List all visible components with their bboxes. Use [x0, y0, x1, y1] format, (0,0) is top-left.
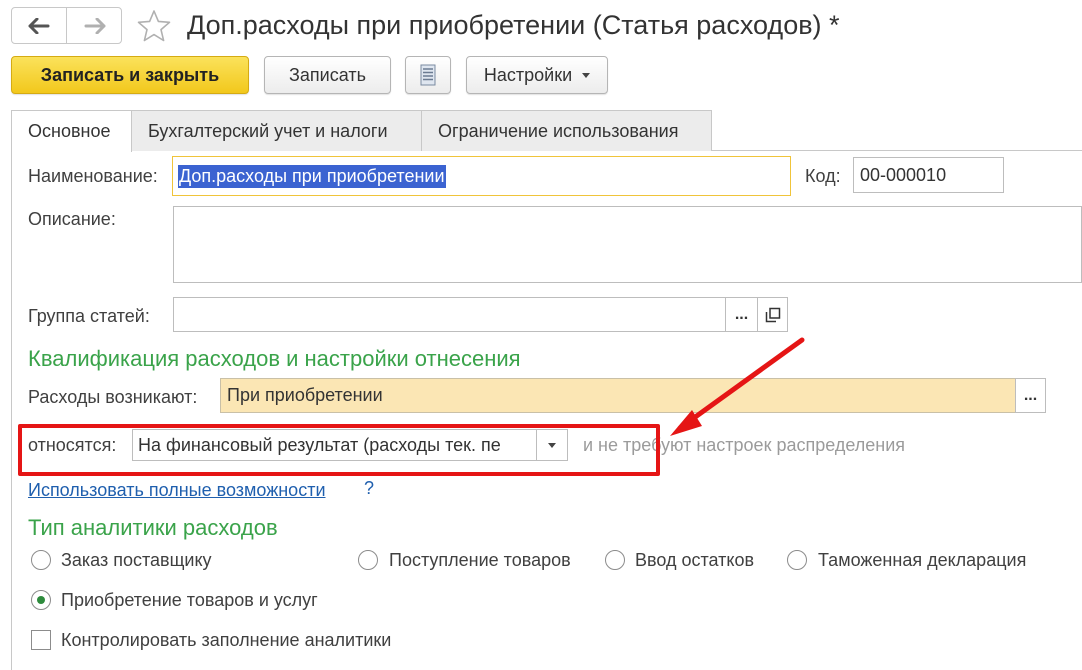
list-button[interactable]: [405, 56, 451, 94]
radio-label-goods-receipt: Поступление товаров: [389, 550, 571, 570]
tab-accounting[interactable]: Бухгалтерский учет и налоги: [131, 110, 422, 151]
group-select-button[interactable]: ...: [725, 297, 758, 332]
settings-menu-button[interactable]: Настройки: [466, 56, 608, 94]
radio-opening-balances[interactable]: [605, 550, 625, 570]
open-window-icon: [765, 307, 780, 322]
tab-usage-limits[interactable]: Ограничение использования: [421, 110, 712, 151]
group-label: Группа статей:: [28, 306, 150, 326]
help-icon[interactable]: ?: [364, 478, 374, 499]
relate-dropdown-button[interactable]: [536, 429, 568, 461]
arise-select-button[interactable]: ...: [1015, 378, 1046, 413]
favorite-star-icon[interactable]: [136, 8, 172, 44]
code-field[interactable]: 00-000010: [853, 157, 1004, 193]
back-button[interactable]: [12, 8, 67, 43]
radio-supplier-order[interactable]: [31, 550, 51, 570]
chevron-down-icon: [582, 72, 591, 78]
arise-label: Расходы возникают:: [28, 387, 198, 407]
description-label: Описание:: [28, 209, 116, 229]
content-border: [11, 151, 12, 670]
radio-label-purchase-goods-services: Приобретение товаров и услуг: [61, 590, 318, 610]
control-analytics-label: Контролировать заполнение аналитики: [61, 630, 392, 650]
radio-purchase-goods-services[interactable]: [31, 590, 51, 610]
document-list-icon: [420, 64, 436, 86]
arrow-left-icon: [28, 17, 50, 34]
group-field[interactable]: [173, 297, 726, 332]
forward-button[interactable]: [67, 8, 122, 43]
arise-field[interactable]: При приобретении: [220, 378, 1016, 413]
name-field[interactable]: Доп.расходы при приобретении: [172, 156, 791, 196]
name-label: Наименование:: [28, 166, 158, 186]
save-button[interactable]: Записать: [264, 56, 391, 94]
full-features-link-wrap: Использовать полные возможности: [28, 480, 326, 501]
chevron-down-icon: [548, 442, 556, 448]
relate-label: относятся:: [28, 435, 117, 455]
window-title: Доп.расходы при приобретении (Статья рас…: [187, 10, 840, 40]
settings-label: Настройки: [483, 64, 573, 85]
control-analytics-checkbox[interactable]: [31, 630, 51, 650]
radio-selected-dot: [37, 596, 45, 604]
red-arrow-icon: [670, 337, 805, 436]
radio-label-opening-balances: Ввод остатков: [635, 550, 755, 570]
radio-goods-receipt[interactable]: [358, 550, 378, 570]
description-field[interactable]: [173, 206, 1082, 283]
arrow-right-icon: [84, 17, 105, 34]
radio-label-supplier-order: Заказ поставщику: [61, 550, 212, 570]
full-features-link[interactable]: Использовать полные возможности: [28, 480, 326, 500]
radio-label-customs-declaration: Таможенная декларация: [818, 550, 1027, 570]
navigation-buttons: [11, 7, 122, 44]
analytics-title: Тип аналитики расходов: [28, 515, 278, 540]
code-label: Код:: [805, 166, 841, 186]
relate-select[interactable]: На финансовый результат (расходы тек. пе: [132, 429, 537, 461]
group-open-button[interactable]: [757, 297, 788, 332]
radio-customs-declaration[interactable]: [787, 550, 807, 570]
tab-main[interactable]: Основное: [11, 110, 132, 152]
save-and-close-button[interactable]: Записать и закрыть: [11, 56, 249, 94]
name-value: Доп.расходы при приобретении: [178, 164, 446, 188]
qualification-title: Квалификация расходов и настройки отнесе…: [28, 346, 521, 371]
